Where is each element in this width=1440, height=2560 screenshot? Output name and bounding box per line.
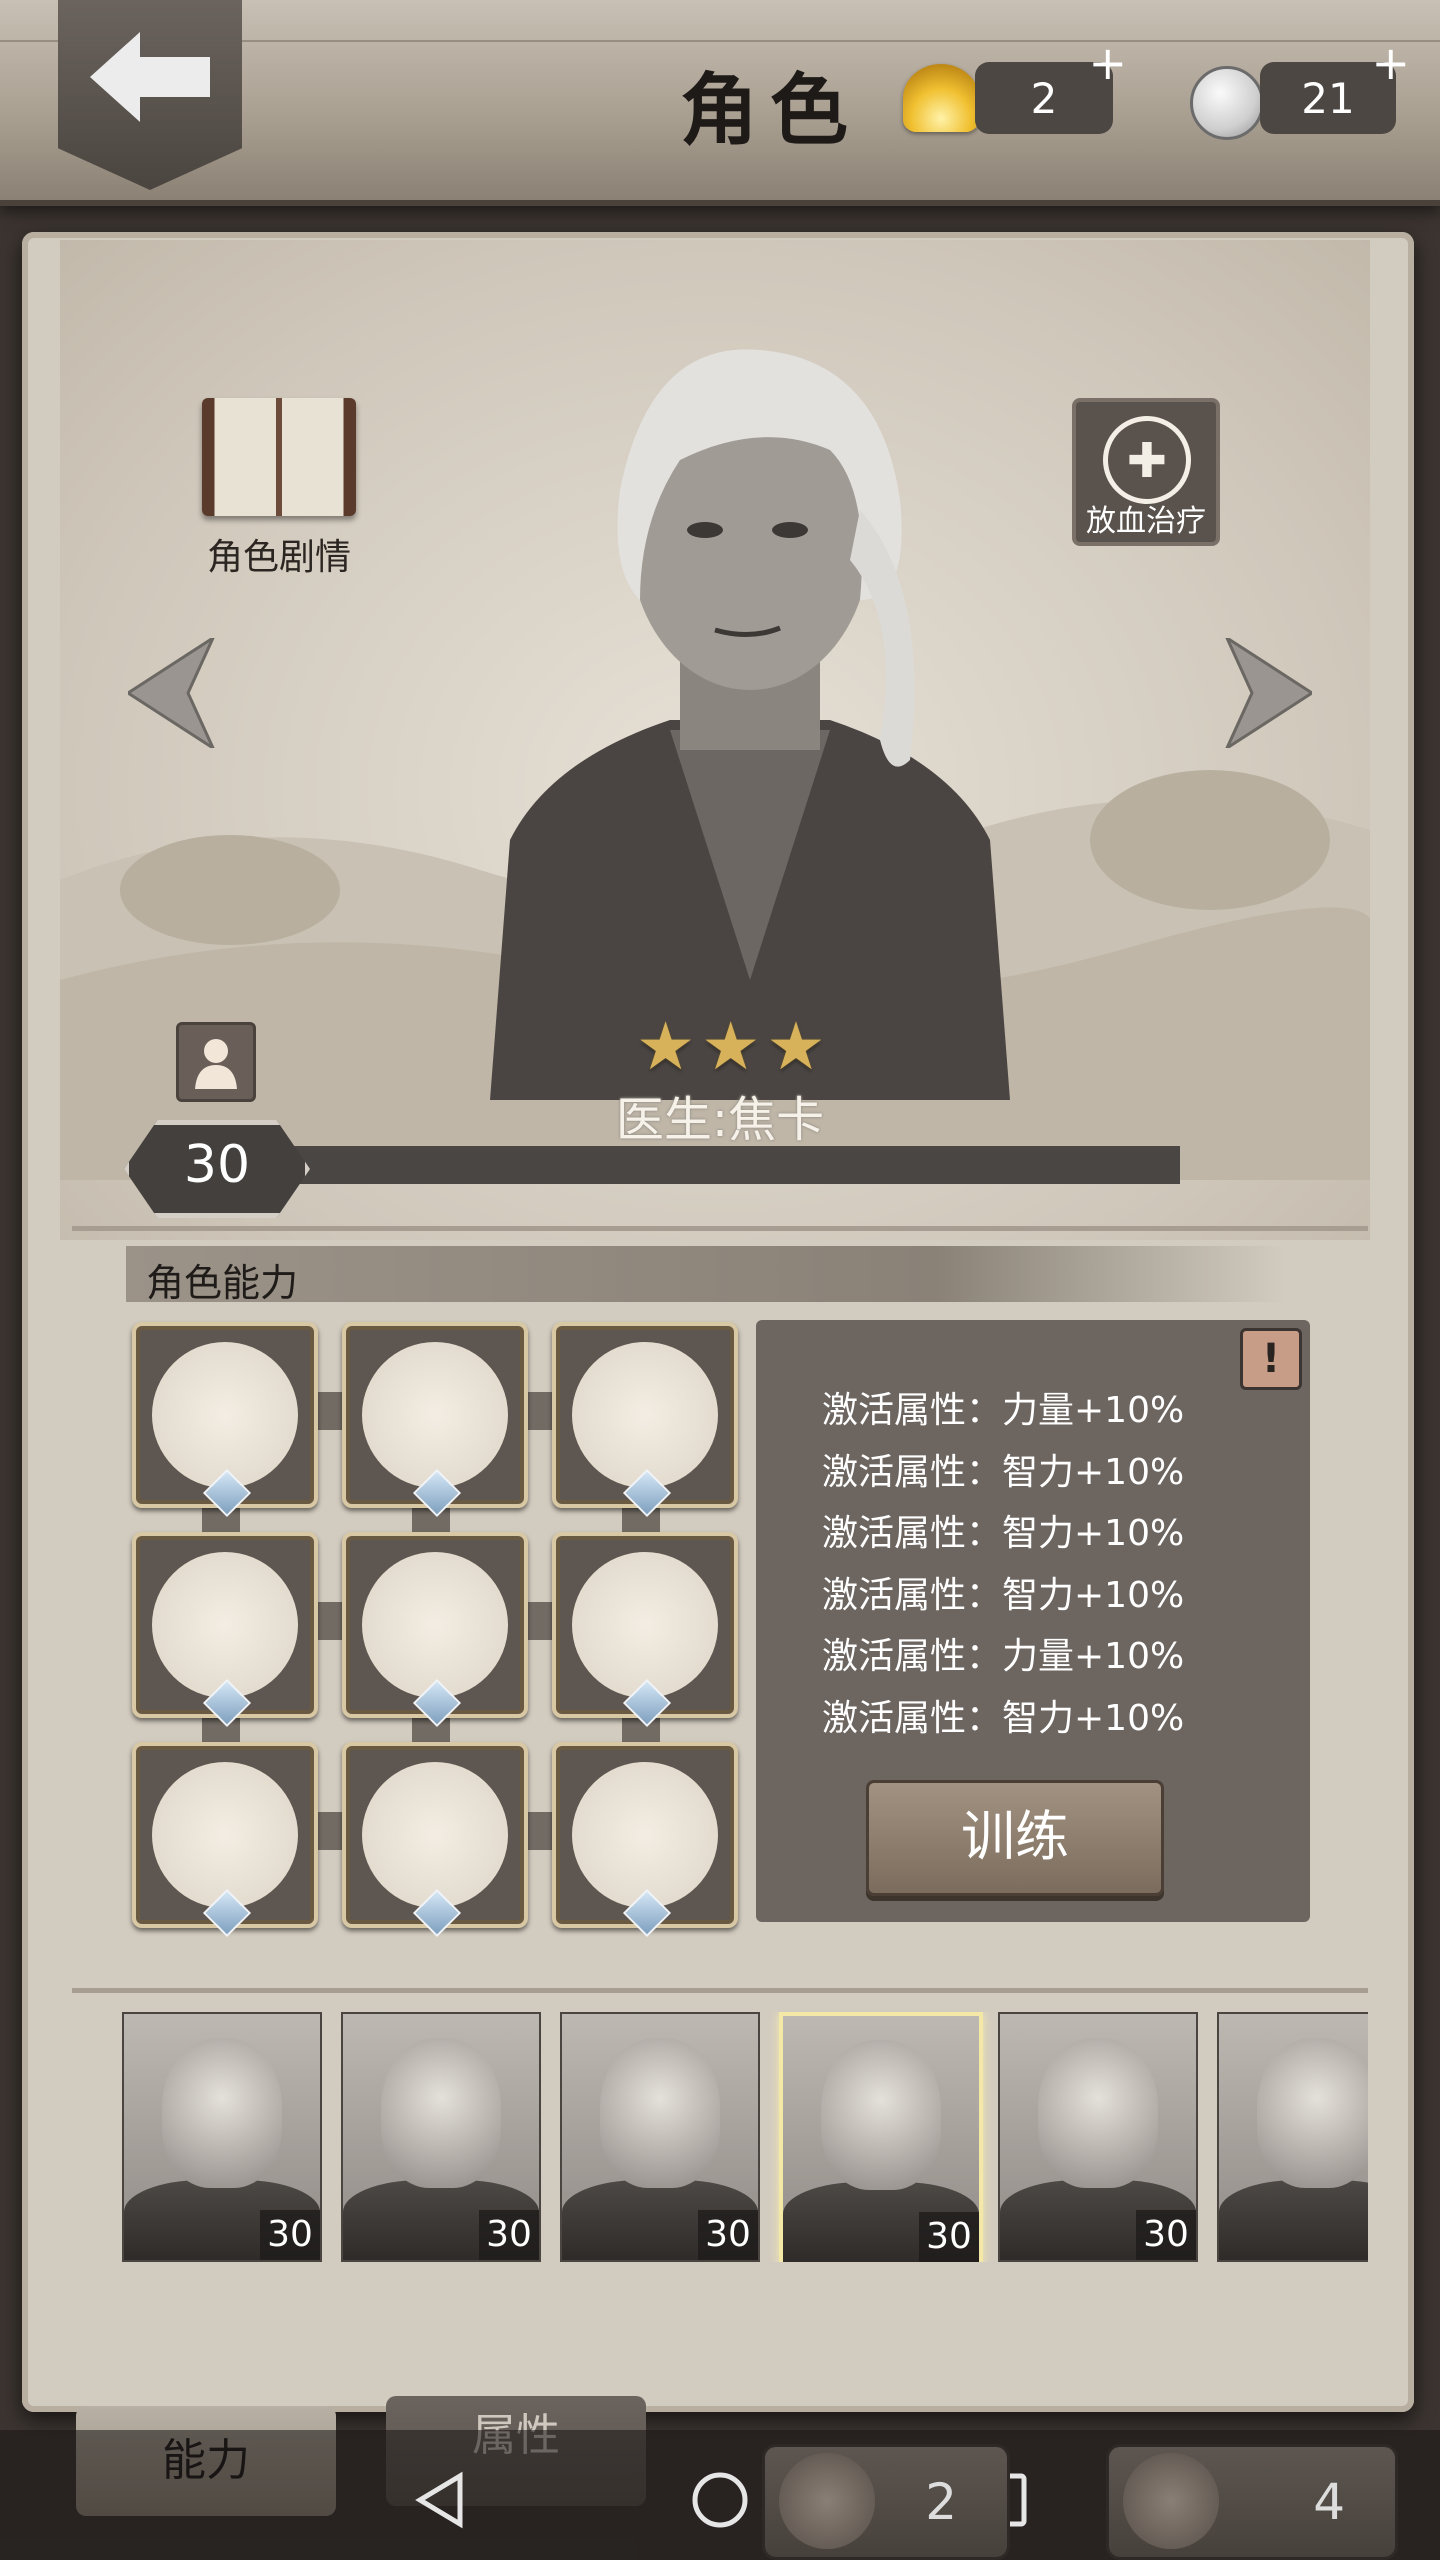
- character-class-badge: [176, 1022, 256, 1102]
- roster-card[interactable]: 30: [998, 2012, 1198, 2262]
- skill-slot[interactable]: [342, 1742, 528, 1938]
- chevron-right-icon: [1225, 638, 1312, 748]
- no-guns-icon: [572, 1762, 718, 1908]
- skill-slot[interactable]: [342, 1532, 528, 1728]
- roster-card[interactable]: 30: [341, 2012, 541, 2262]
- nav-home-icon[interactable]: [690, 2470, 750, 2530]
- medical-cross-icon: ✚: [1103, 416, 1191, 504]
- attribute-line: 激活属性：智力+10%: [822, 1451, 1185, 1493]
- skill-slot[interactable]: [132, 1322, 318, 1518]
- character-thumbnail: [600, 2038, 720, 2188]
- roster-level: 30: [479, 2210, 539, 2260]
- person-icon: [195, 1039, 237, 1089]
- experience-bar: [258, 1146, 1180, 1184]
- chevron-left-icon: [128, 638, 215, 748]
- roster-card[interactable]: 30: [122, 2012, 322, 2262]
- abilities-section-header: 角色能力: [126, 1246, 1286, 1305]
- emblem-icon: [779, 2453, 875, 2549]
- portrait-icon: [362, 1552, 508, 1698]
- character-story-button[interactable]: 角色剧情: [198, 392, 360, 592]
- level-badge: 30: [124, 1120, 310, 1218]
- carry-box-icon: [572, 1552, 718, 1698]
- target-bear-icon: [362, 1762, 508, 1908]
- shell-currency-icon: [903, 64, 979, 132]
- bloodletting-label: 放血治疗: [1086, 504, 1206, 539]
- attribute-line: 激活属性：力量+10%: [822, 1636, 1185, 1678]
- star-icon: ★: [701, 1008, 761, 1085]
- blood-drop-icon: [152, 1552, 298, 1698]
- roster-card[interactable]: 30: [560, 2012, 760, 2262]
- back-arrow-icon: [90, 32, 210, 122]
- skill-slot[interactable]: [132, 1532, 318, 1728]
- coin-currency[interactable]: 21 +: [1260, 36, 1410, 134]
- star-rating: ★ ★ ★: [636, 1008, 826, 1085]
- divider: [72, 1988, 1368, 1993]
- character-emblem-icon: [1123, 2453, 1219, 2549]
- attribute-line: 激活属性：力量+10%: [822, 1390, 1185, 1431]
- previous-character-button[interactable]: [128, 638, 218, 748]
- page-title: 角色: [679, 65, 860, 156]
- roster-level: 30: [1136, 2210, 1196, 2260]
- magnifier-icon: [152, 1762, 298, 1908]
- character-roster[interactable]: 30 30 30 30 30: [122, 2012, 1368, 2262]
- resource-left[interactable]: 2: [762, 2444, 1010, 2560]
- character-thumbnail: [162, 2038, 282, 2188]
- muscle-icon: [572, 1342, 718, 1488]
- cleaver-icon: [362, 1342, 508, 1488]
- character-name: 医生:焦卡: [615, 1092, 825, 1148]
- divider: [72, 1226, 1368, 1231]
- info-warning-button[interactable]: !: [1240, 1328, 1302, 1390]
- roster-card[interactable]: [1217, 2012, 1368, 2262]
- roster-level: 30: [698, 2210, 758, 2260]
- skill-slot[interactable]: [552, 1532, 738, 1728]
- bloodletting-button[interactable]: ✚ 放血治疗: [1072, 398, 1220, 546]
- skill-slot[interactable]: [552, 1322, 738, 1518]
- shell-currency[interactable]: 2 +: [975, 36, 1127, 134]
- skill-slot[interactable]: [342, 1322, 528, 1518]
- character-story-label: 角色剧情: [206, 537, 351, 578]
- coin-currency-icon: [1190, 66, 1264, 140]
- roster-level: 30: [260, 2210, 320, 2260]
- character-body: [1219, 2180, 1368, 2260]
- star-icon: ★: [766, 1008, 826, 1085]
- add-shells-button[interactable]: +: [1088, 36, 1127, 90]
- character-portrait: [490, 349, 1010, 1100]
- star-icon: ★: [636, 1008, 696, 1085]
- next-character-button[interactable]: [1222, 638, 1312, 748]
- add-coins-button[interactable]: +: [1371, 36, 1410, 90]
- character-thumbnail: [1257, 2038, 1368, 2188]
- roster-level: 30: [919, 2212, 979, 2262]
- roster-card-selected[interactable]: 30: [779, 2012, 983, 2262]
- book-icon: [202, 398, 356, 516]
- attribute-line: 激活属性：智力+10%: [822, 1513, 1185, 1555]
- back-button[interactable]: [58, 0, 242, 190]
- abilities-section-title: 角色能力: [146, 1261, 299, 1305]
- herb-icon: [152, 1342, 298, 1488]
- skill-slot[interactable]: [132, 1742, 318, 1938]
- resource-right[interactable]: 4: [1106, 2444, 1398, 2560]
- attribute-line: 激活属性：智力+10%: [822, 1697, 1185, 1739]
- resource-left-count: 2: [925, 2473, 957, 2531]
- shell-count: 2: [1030, 73, 1058, 123]
- resource-right-count: 4: [1313, 2473, 1345, 2531]
- skill-grid: [132, 1322, 742, 1938]
- skill-slot[interactable]: [552, 1742, 738, 1938]
- train-button[interactable]: 训练: [866, 1780, 1164, 1896]
- attribute-line: 激活属性：智力+10%: [822, 1574, 1185, 1616]
- skill-info-box: ! 激活属性：力量+10% 激活属性：智力+10% 激活属性：智力+10% 激活属性：…: [756, 1320, 1310, 1922]
- character-thumbnail: [381, 2038, 501, 2188]
- character-thumbnail: [821, 2040, 941, 2190]
- top-header: 角色 2 + 21 +: [0, 0, 1440, 206]
- character-thumbnail: [1038, 2038, 1158, 2188]
- nav-back-icon[interactable]: [410, 2470, 470, 2530]
- coin-count: 21: [1301, 73, 1355, 123]
- activated-attributes-list: 激活属性：力量+10% 激活属性：智力+10% 激活属性：智力+10% 激活属性：智力…: [822, 1380, 1184, 1750]
